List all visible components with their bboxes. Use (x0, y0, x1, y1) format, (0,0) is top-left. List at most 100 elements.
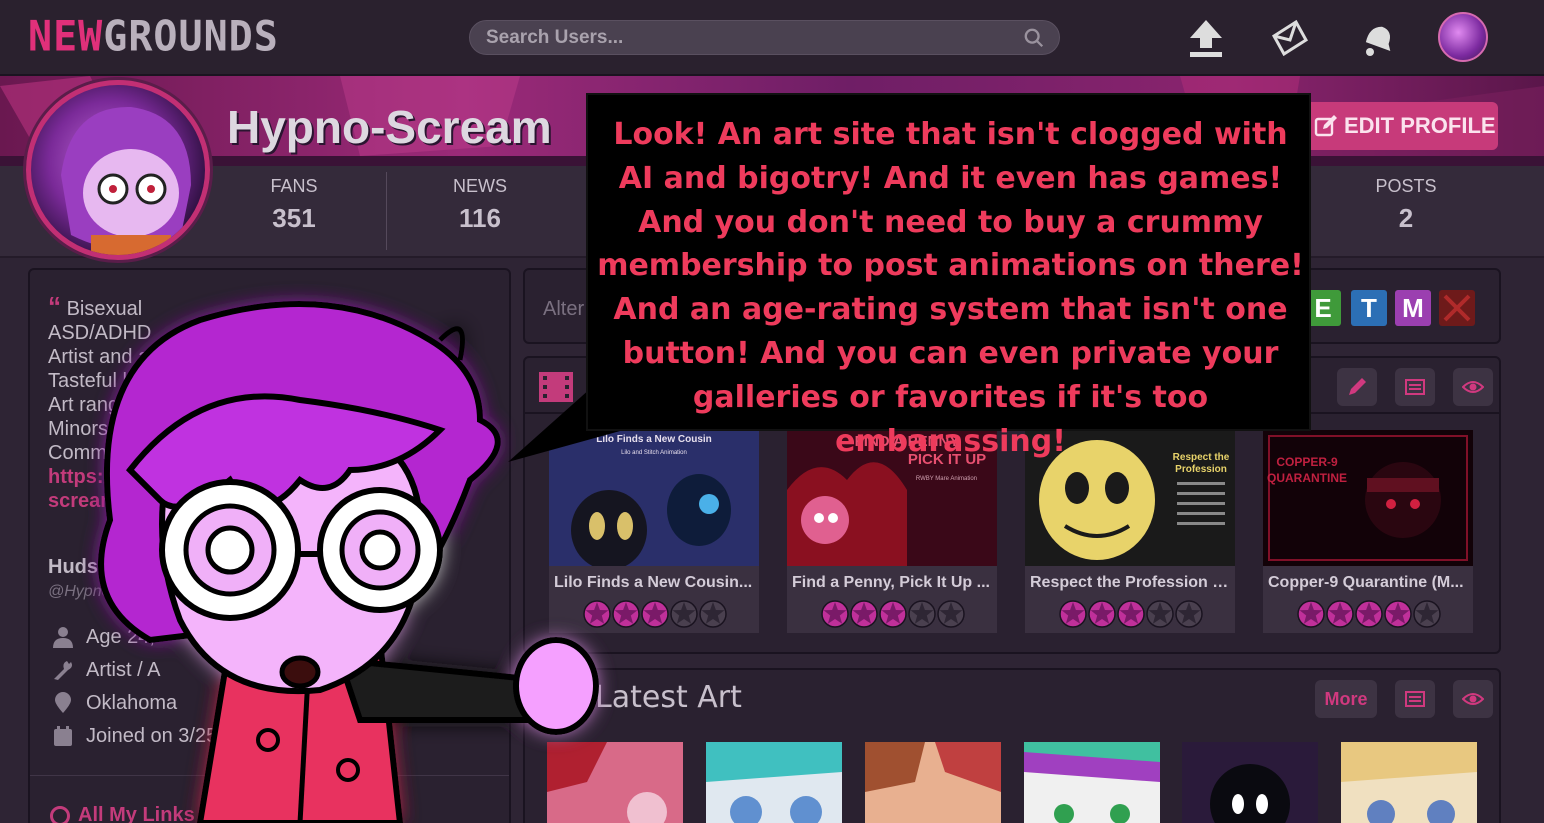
bio-line: ASD/ADHD (48, 322, 152, 344)
filter-label: Alter (543, 298, 585, 320)
newgrounds-logo[interactable]: NEWGROUNDS (28, 13, 279, 61)
latest-art-title: Latest Art (595, 680, 742, 715)
sidebar-divider (30, 775, 509, 776)
stat-posts[interactable]: POSTS 2 (1366, 176, 1446, 234)
speech-line: AI and bigotry! And it even has games! (618, 160, 1283, 196)
art-layout-button[interactable] (1395, 680, 1435, 718)
bio-line: Commis (48, 442, 122, 464)
layout-icon (1405, 691, 1425, 707)
profile-username: Hypno-Scream (227, 101, 552, 153)
stat-value: 2 (1398, 203, 1414, 233)
calendar-icon (54, 726, 72, 746)
art-thumbnail[interactable] (547, 742, 683, 823)
stat-label: NEWS (453, 176, 507, 196)
edit-icon (1314, 115, 1337, 137)
art-more-button[interactable]: More (1315, 680, 1377, 718)
speech-line: galleries or favorites if it's too embar… (692, 379, 1209, 459)
profile-avatar[interactable] (26, 80, 210, 260)
art-thumb-image (547, 742, 683, 823)
disabled-x-icon (1443, 294, 1471, 322)
thumb-title: Profession (1175, 464, 1227, 475)
logo-new: NEW (28, 12, 104, 62)
bio-line: Artist and anir (48, 346, 172, 368)
edit-movies-button[interactable] (1337, 368, 1377, 406)
wrench-icon (54, 661, 72, 680)
art-thumbnail[interactable] (1182, 742, 1318, 823)
stat-news[interactable]: NEWS 116 (440, 176, 520, 234)
speech-line: membership to post animations on there! (597, 248, 1304, 284)
movies-visibility-button[interactable] (1453, 368, 1493, 406)
mail-icon[interactable] (1270, 16, 1310, 60)
art-thumbnail[interactable] (865, 742, 1001, 823)
bio-line: Bisexual (66, 298, 143, 320)
location-pin-icon (55, 692, 71, 713)
rating-a-toggle[interactable] (1439, 290, 1475, 326)
star-rating (1297, 600, 1441, 628)
link-icon (50, 805, 70, 823)
search-input[interactable] (486, 27, 1006, 49)
user-handle: @Hypno-Sc (48, 583, 135, 600)
user-avatar[interactable] (1438, 12, 1488, 62)
all-links-label: All My Links (78, 804, 195, 823)
art-thumb-image (865, 742, 1001, 823)
eye-icon (1462, 693, 1484, 705)
stat-value: 351 (272, 203, 316, 233)
stat-fans[interactable]: FANS 351 (256, 176, 332, 234)
edit-profile-button[interactable]: EDIT PROFILE (1300, 102, 1498, 150)
speech-line: button! And you can even private your (622, 335, 1279, 371)
info-text: Artist / A (86, 659, 161, 681)
eye-icon (1462, 381, 1484, 393)
film-icon (539, 372, 573, 402)
info-text: Age 24, (86, 626, 155, 648)
movie-title: Lilo Finds a New Cousin... (554, 574, 753, 591)
speech-line: Look! An art site that isn't clogged wit… (613, 117, 1288, 152)
speech-line: And an age-rating system that isn't one (613, 292, 1288, 328)
edit-profile-label: EDIT PROFILE (1344, 113, 1496, 138)
bell-icon[interactable] (1356, 16, 1396, 60)
star-rating (821, 600, 965, 628)
info-text: Oklahoma (86, 692, 178, 714)
info-text: Joined on 3/25 (86, 725, 218, 747)
bio-link[interactable]: https:// (48, 465, 171, 489)
top-navigation-bar: NEWGROUNDS (0, 0, 1544, 76)
quote-icon: “ (48, 291, 61, 321)
search-icon[interactable] (1023, 27, 1045, 49)
stat-label: POSTS (1375, 176, 1437, 196)
art-thumb-image (706, 742, 842, 823)
movie-title: Copper-9 Quarantine (M... (1268, 574, 1464, 591)
movie-title: Respect the Profession (... (1030, 574, 1230, 591)
upload-icon[interactable] (1186, 16, 1226, 60)
profile-bio: “ Bisexual ASD/ADHD Artist and anir Tast… (48, 291, 172, 513)
bio-line: Art ranges (48, 394, 141, 416)
art-thumb-image (1024, 742, 1160, 823)
stat-label: FANS (270, 176, 318, 196)
real-name: Hudson (48, 556, 123, 578)
bio-link[interactable]: scream (48, 489, 171, 513)
movies-layout-button[interactable] (1395, 368, 1435, 406)
bio-line: Tasteful hyp (48, 370, 155, 392)
layout-icon (1405, 379, 1425, 395)
movie-title: Find a Penny, Pick It Up ... (792, 574, 990, 591)
art-visibility-button[interactable] (1453, 680, 1493, 718)
speech-line: And you don't need to buy a crummy (638, 204, 1263, 240)
rating-t-toggle[interactable]: T (1351, 290, 1387, 326)
star-rating (1059, 600, 1203, 628)
rating-m-toggle[interactable]: M (1395, 290, 1431, 326)
thumb-title: QUARANTINE (1267, 471, 1347, 485)
star-rating (583, 600, 727, 628)
all-links-button[interactable]: All My Links (50, 804, 195, 823)
art-thumbnail[interactable] (1024, 742, 1160, 823)
profile-sidebar: “ Bisexual ASD/ADHD Artist and anir Tast… (28, 268, 511, 823)
bio-line: Minors D (48, 418, 129, 440)
stat-divider (386, 172, 387, 250)
art-thumbnail[interactable] (706, 742, 842, 823)
stat-value: 116 (459, 203, 501, 233)
thumb-subtitle: RWBY Mare Animation (916, 476, 977, 482)
speech-bubble-text: Look! An art site that isn't clogged wit… (588, 113, 1313, 463)
art-thumb-image (1182, 742, 1318, 823)
speech-bubble: Look! An art site that isn't clogged wit… (586, 93, 1311, 459)
person-icon (53, 627, 73, 648)
art-thumbnail[interactable] (1341, 742, 1477, 823)
pencil-icon (1349, 378, 1366, 395)
logo-grounds: GROUNDS (103, 12, 279, 62)
